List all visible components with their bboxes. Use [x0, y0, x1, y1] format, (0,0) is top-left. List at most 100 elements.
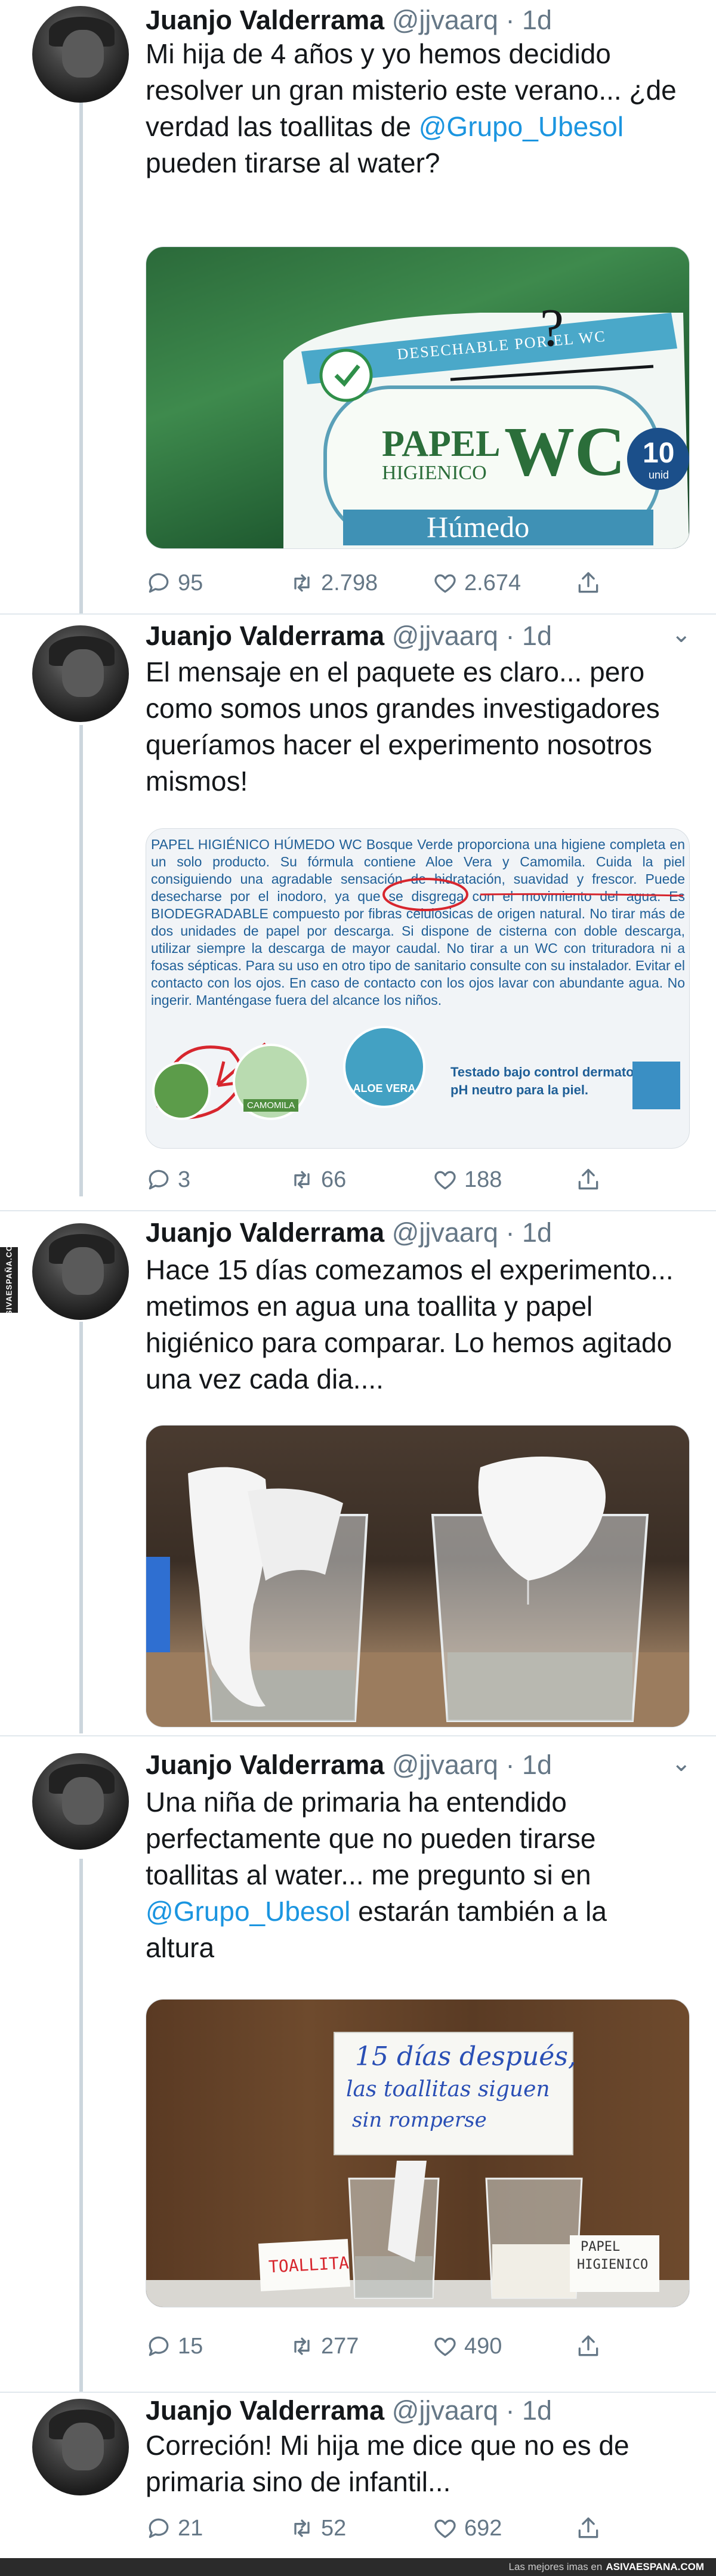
tweet-time[interactable]: · 1d	[505, 5, 552, 35]
brand-wc: WC	[504, 412, 626, 490]
glasses-illustration	[146, 1457, 689, 1727]
site-footer: Las mejores imas en ASIVAESPANA.COM	[0, 2558, 716, 2576]
author-handle[interactable]: @jjvaarq	[392, 1750, 498, 1780]
share-icon	[578, 572, 598, 593]
retweet-count: 52	[321, 2515, 347, 2541]
tweet-time[interactable]: · 1d	[505, 1750, 552, 1780]
product-word: Húmedo	[427, 510, 530, 544]
chevron-down-icon[interactable]: ⌄	[671, 1750, 692, 1777]
footer-site[interactable]: ASIVAESPANA.COM	[606, 2561, 704, 2573]
share-icon	[578, 1168, 598, 1190]
reply-icon	[149, 2336, 169, 2356]
tweet-header: Juanjo Valderrama @jjvaarq · 1d	[146, 1217, 552, 1248]
share-button[interactable]	[575, 2515, 607, 2541]
mention-link[interactable]: @Grupo_Ubesol	[419, 111, 624, 142]
tweet-5[interactable]: Juanjo Valderrama @jjvaarq · 1d Correció…	[0, 2393, 716, 2558]
reply-icon	[149, 1170, 169, 1190]
reply-button[interactable]: 3	[146, 1167, 190, 1193]
retweet-button[interactable]: 2.798	[289, 570, 378, 596]
label-toallita: TOALLITA	[268, 2253, 350, 2277]
author-name[interactable]: Juanjo Valderrama	[146, 1750, 384, 1780]
author-handle[interactable]: @jjvaarq	[392, 5, 498, 35]
tweet-actions: 21 52 692	[146, 2515, 683, 2551]
tweet-text: Mi hija de 4 años y yo hemos decidido re…	[146, 38, 677, 178]
avatar[interactable]	[32, 1753, 129, 1850]
wipes-package-illustration: ?	[283, 298, 689, 548]
badge-camomila: CAMOMILA	[233, 1044, 309, 1120]
like-button[interactable]: 188	[432, 1167, 502, 1193]
tweet-header: Juanjo Valderrama @jjvaarq · 1d	[146, 1750, 552, 1781]
author-handle[interactable]: @jjvaarq	[392, 2395, 498, 2426]
like-button[interactable]: 490	[432, 2333, 502, 2359]
author-name[interactable]: Juanjo Valderrama	[146, 2395, 384, 2426]
footer-text: Las mejores imas en	[508, 2561, 603, 2572]
reply-button[interactable]: 15	[146, 2333, 203, 2359]
like-button[interactable]: 692	[432, 2515, 502, 2541]
tweet-photo-glasses[interactable]	[146, 1425, 690, 1727]
count-unit: unid	[649, 469, 669, 481]
count-number: 10	[643, 437, 675, 469]
label-higienico: HIGIENICO	[577, 2257, 649, 2272]
heart-icon	[434, 2337, 456, 2356]
avatar[interactable]	[32, 1223, 129, 1320]
reply-icon	[149, 573, 169, 593]
author-handle[interactable]: @jjvaarq	[392, 1217, 498, 1248]
tested-line-2: pH neutro para la piel.	[450, 1082, 589, 1097]
tweet-time[interactable]: · 1d	[505, 621, 552, 651]
share-icon	[578, 2517, 598, 2538]
like-count: 188	[464, 1167, 502, 1192]
tweet-4[interactable]: Juanjo Valderrama @jjvaarq · 1d ⌄ Una ni…	[0, 1736, 716, 2393]
author-name[interactable]: Juanjo Valderrama	[146, 621, 384, 651]
author-name[interactable]: Juanjo Valderrama	[146, 1217, 384, 1248]
tweet-header: Juanjo Valderrama @jjvaarq · 1d	[146, 621, 552, 652]
share-icon	[578, 2335, 598, 2356]
reply-icon	[149, 2518, 169, 2538]
reply-count: 95	[178, 570, 203, 596]
retweet-icon	[294, 574, 310, 592]
tweet-text: El mensaje en el paquete es claro... per…	[146, 656, 660, 797]
share-button[interactable]	[575, 570, 607, 596]
tweet-2[interactable]: Juanjo Valderrama @jjvaarq · 1d ⌄ El men…	[0, 615, 716, 1211]
heart-icon	[434, 574, 456, 593]
reply-count: 3	[178, 1167, 191, 1192]
like-button[interactable]: 2.674	[432, 570, 521, 596]
tweet-actions: 3 66 188	[146, 1167, 683, 1202]
author-name[interactable]: Juanjo Valderrama	[146, 5, 384, 35]
chevron-down-icon[interactable]: ⌄	[671, 621, 692, 648]
mention-link[interactable]: @Grupo_Ubesol	[146, 1896, 350, 1927]
share-button[interactable]	[575, 2333, 607, 2359]
tweet-photo-label[interactable]: PAPEL HIGIÉNICO HÚMEDO WC Bosque Verde p…	[146, 828, 690, 1149]
tweet-time[interactable]: · 1d	[505, 1217, 552, 1248]
tweet-text: Una niña de primaria ha entendido perfec…	[146, 1787, 607, 1963]
reply-button[interactable]: 21	[146, 2515, 203, 2541]
avatar[interactable]	[32, 625, 129, 722]
retweet-count: 277	[321, 2333, 359, 2359]
avatar[interactable]	[32, 6, 129, 103]
retweet-button[interactable]: 277	[289, 2333, 359, 2359]
badge-aloe-vera: ALOE VERA	[343, 1026, 425, 1108]
avatar[interactable]	[32, 2399, 129, 2495]
disposal-icon	[632, 1062, 680, 1109]
sign-line-1: 15 días después,	[355, 2041, 576, 2072]
tweet-photo-result[interactable]: 15 días después, las toallitas siguen si…	[146, 1999, 690, 2307]
share-button[interactable]	[575, 1167, 607, 1193]
retweet-icon	[294, 2519, 310, 2537]
brand-line2: HIGIENICO	[382, 462, 487, 484]
label-papel: PAPEL	[581, 2239, 621, 2254]
retweet-icon	[294, 1171, 310, 1189]
retweet-count: 2.798	[321, 570, 378, 596]
heart-icon	[434, 2519, 456, 2538]
tweet-time[interactable]: · 1d	[505, 2395, 552, 2426]
tweet-1[interactable]: Juanjo Valderrama @jjvaarq · 1d Mi hija …	[0, 0, 716, 615]
tweet-header: Juanjo Valderrama @jjvaarq · 1d	[146, 2395, 552, 2426]
author-handle[interactable]: @jjvaarq	[392, 621, 498, 651]
sign-line-3: sin romperse	[352, 2108, 487, 2132]
reply-button[interactable]: 95	[146, 570, 203, 596]
tweet-3[interactable]: Juanjo Valderrama @jjvaarq · 1d Hace 15 …	[0, 1211, 716, 1736]
red-annotations	[156, 878, 684, 1119]
retweet-button[interactable]: 66	[289, 1167, 346, 1193]
retweet-button[interactable]: 52	[289, 2515, 346, 2541]
tweet-photo-package[interactable]: ? DESECHABLE POR EL WC PAPEL HIGIENICO W…	[146, 246, 690, 549]
tweet-header: Juanjo Valderrama @jjvaarq · 1d	[146, 5, 552, 36]
retweet-icon	[294, 2337, 310, 2355]
